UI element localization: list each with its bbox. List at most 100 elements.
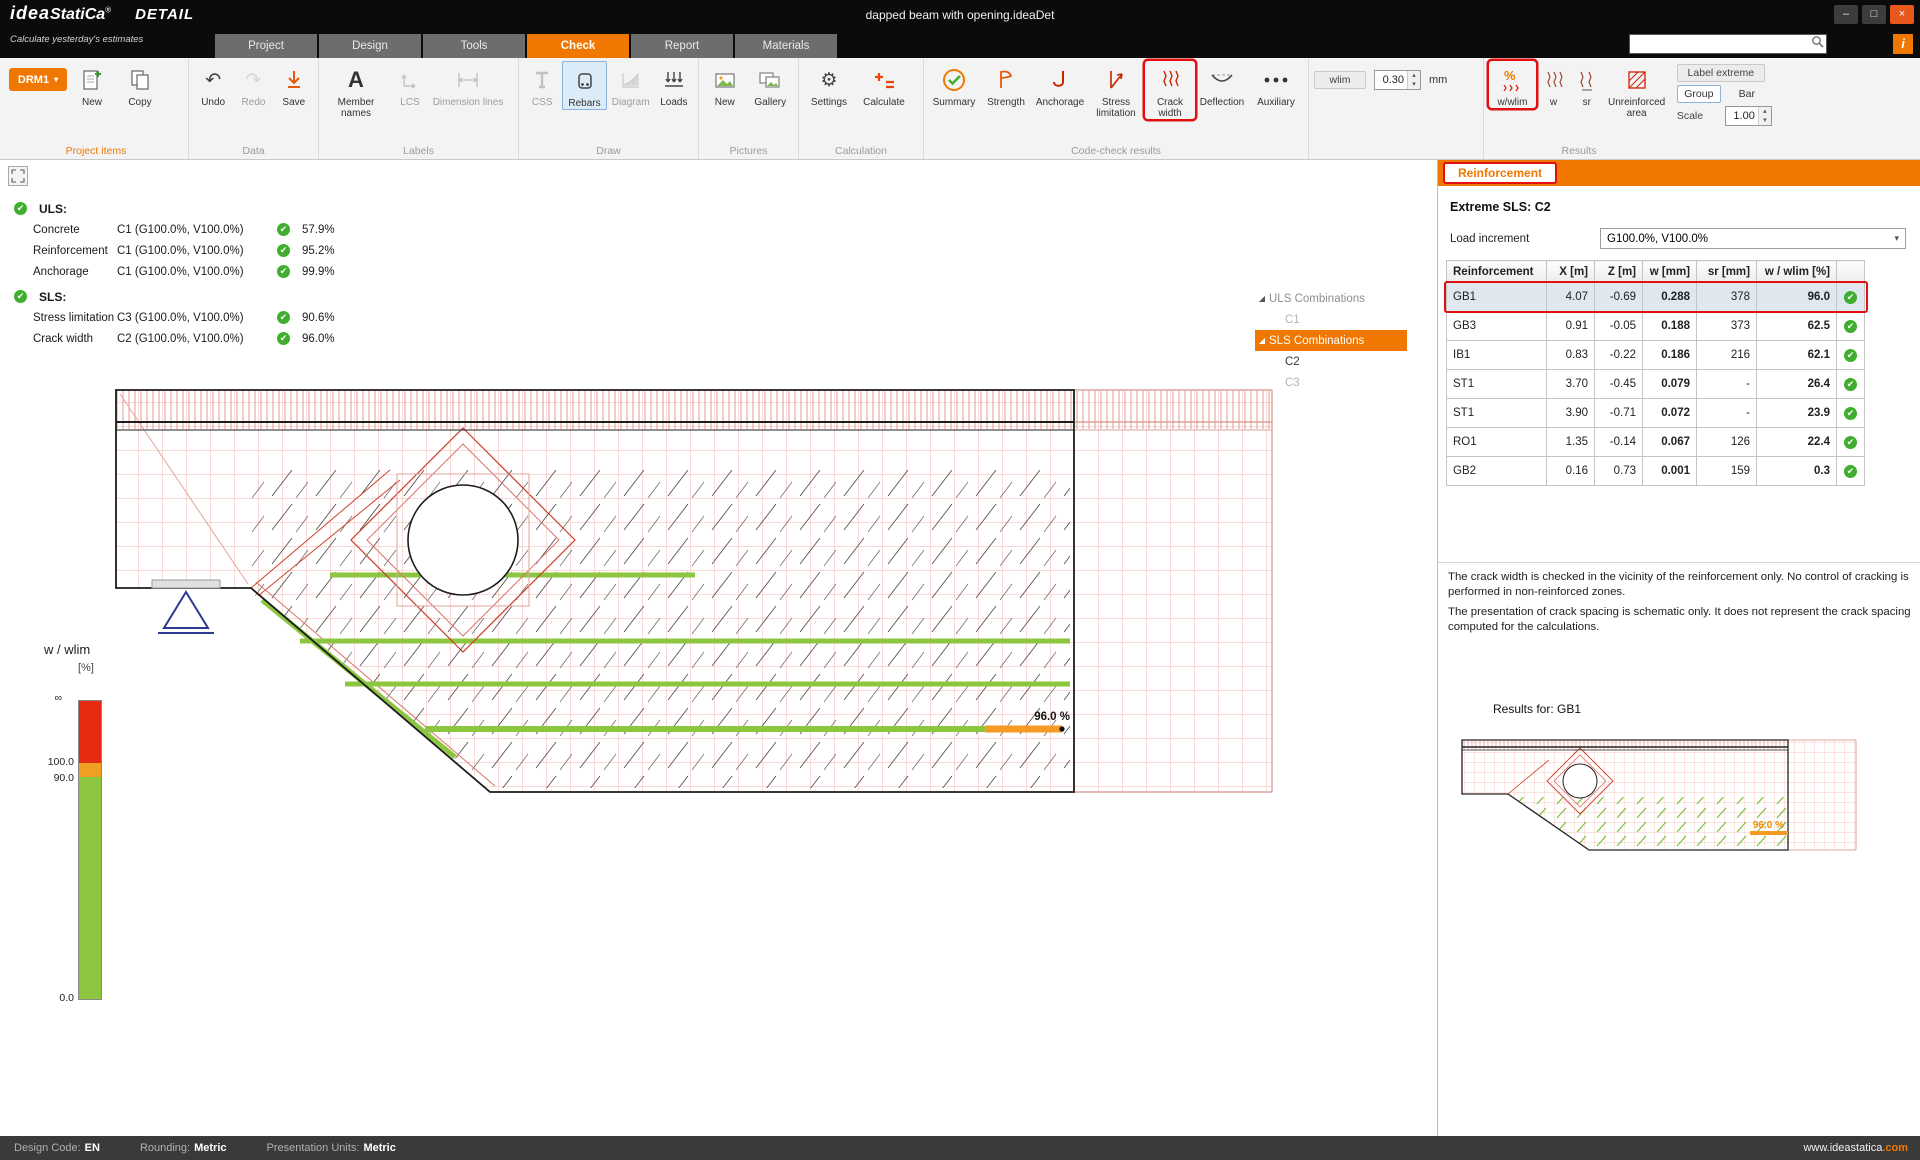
table-row-ib1[interactable]: IB10.83-0.220.18621662.1✔ [1447, 341, 1865, 370]
ribbon-group-results: % w/wlim w sr [1484, 58, 1799, 159]
dimension-lines-button[interactable]: Dimension lines [432, 61, 504, 108]
new-picture-button[interactable]: New [704, 61, 746, 108]
load-increment-dropdown[interactable]: G100.0%, V100.0% ▾ [1600, 228, 1906, 249]
w-wlim-button[interactable]: % w/wlim [1489, 61, 1536, 108]
deflection-button[interactable]: Deflection [1197, 61, 1247, 108]
unreinforced-area-icon [1626, 63, 1648, 97]
tree-item-uls-combinations[interactable]: ◢ULS Combinations [1255, 288, 1407, 309]
wlim-input[interactable]: 0.30 ▴▾ [1374, 70, 1421, 90]
col-header-ratio[interactable]: w / wlim [%] [1757, 261, 1837, 283]
diagram-button[interactable]: Diagram [609, 61, 653, 108]
spinner-up-icon[interactable]: ▴ [1408, 71, 1420, 80]
search-box [1629, 34, 1827, 54]
check-circle-icon: ✔ [1844, 378, 1857, 391]
lcs-button[interactable]: LCS [390, 61, 430, 108]
expand-viewport-button[interactable] [8, 166, 28, 186]
close-button[interactable]: × [1890, 5, 1914, 24]
tab-check[interactable]: Check [527, 34, 629, 58]
bar-toggle[interactable]: Bar [1725, 85, 1769, 103]
summary-row: ConcreteC1 (G100.0%, V100.0%)✔57.9% [14, 219, 335, 240]
new-project-item-button[interactable]: New [69, 61, 115, 108]
tab-design[interactable]: Design [319, 34, 421, 58]
search-icon[interactable] [1808, 35, 1826, 53]
css-button[interactable]: CSS [524, 61, 560, 108]
gallery-button[interactable]: Gallery [748, 61, 793, 108]
deflection-icon [1210, 63, 1234, 97]
drm1-dropdown-button[interactable]: DRM1▾ [9, 68, 67, 91]
stress-limitation-icon [1106, 63, 1126, 97]
anchorage-icon [1050, 63, 1070, 97]
expander-icon[interactable]: ◢ [1255, 294, 1269, 303]
w-wlim-percent-icon: % [1500, 63, 1524, 97]
spinner-down-icon[interactable]: ▾ [1759, 116, 1771, 125]
anchorage-button[interactable]: Anchorage [1033, 61, 1087, 108]
document-title: dapped beam with opening.ideaDet [0, 8, 1920, 22]
stress-limitation-button[interactable]: Stress limitation [1089, 61, 1143, 119]
col-header-reinforcement[interactable]: Reinforcement [1447, 261, 1547, 283]
table-row-gb1[interactable]: GB14.07-0.690.28837896.0✔ [1447, 283, 1865, 312]
loads-button[interactable]: Loads [655, 61, 693, 108]
unreinforced-area-button[interactable]: Unreinforced area [1604, 61, 1668, 119]
spinner-up-icon[interactable]: ▴ [1759, 107, 1771, 116]
check-circle-icon: ✔ [1844, 320, 1857, 333]
copy-icon [129, 63, 151, 97]
crack-width-button[interactable]: Crack width [1145, 61, 1195, 119]
table-row-ro1[interactable]: RO11.35-0.140.06712622.4✔ [1447, 428, 1865, 457]
maximize-button[interactable]: □ [1862, 5, 1886, 24]
redo-button[interactable]: ↷ Redo [234, 61, 272, 108]
w-button[interactable]: w [1538, 61, 1569, 108]
legend-tick-90: 90.0 [36, 772, 74, 784]
legend-title: w / wlim [44, 642, 90, 657]
tab-project[interactable]: Project [215, 34, 317, 58]
strength-button[interactable]: Strength [981, 61, 1031, 108]
strength-icon [995, 63, 1017, 97]
expand-arrows-icon [11, 169, 25, 183]
col-header-x[interactable]: X [m] [1547, 261, 1595, 283]
tab-materials[interactable]: Materials [735, 34, 837, 58]
calculate-button[interactable]: Calculate [856, 61, 912, 108]
table-row-st1-b[interactable]: ST13.90-0.710.072-23.9✔ [1447, 399, 1865, 428]
new-picture-icon [714, 63, 736, 97]
new-document-icon [81, 63, 103, 97]
undo-icon: ↶ [205, 63, 221, 97]
search-input[interactable] [1630, 36, 1808, 52]
table-row-gb3[interactable]: GB30.91-0.050.18837362.5✔ [1447, 312, 1865, 341]
crack-width-icon [1159, 63, 1181, 97]
settings-button[interactable]: ⚙ Settings [804, 61, 854, 108]
website-link[interactable]: www.ideastatica.com [1803, 1142, 1908, 1154]
tab-report[interactable]: Report [631, 34, 733, 58]
undo-button[interactable]: ↶ Undo [194, 61, 232, 108]
results-panel: Reinforcement Extreme SLS: C2 Load incre… [1437, 160, 1920, 1136]
member-names-button[interactable]: A Member names [324, 61, 388, 119]
check-circle-icon: ✔ [14, 290, 27, 303]
save-button[interactable]: Save [275, 61, 313, 108]
copy-project-item-button[interactable]: Copy [117, 61, 163, 108]
table-row-gb2[interactable]: GB20.160.730.0011590.3✔ [1447, 457, 1865, 486]
group-toggle[interactable]: Group [1677, 85, 1721, 103]
main-canvas[interactable]: ✔ULS: ConcreteC1 (G100.0%, V100.0%)✔57.9… [0, 160, 1437, 1136]
scale-input[interactable]: 1.00 ▴▾ [1725, 106, 1772, 126]
beam-drawing[interactable]: 96.0 % [90, 330, 1300, 830]
check-circle-icon: ✔ [1844, 349, 1857, 362]
wlim-chip[interactable]: wlim [1314, 71, 1366, 89]
tree-item-c1[interactable]: C1 [1255, 309, 1407, 330]
col-header-sr[interactable]: sr [mm] [1697, 261, 1757, 283]
info-button[interactable]: i [1893, 34, 1913, 54]
scale-label: Scale [1677, 110, 1721, 122]
wlim-unit: mm [1429, 74, 1447, 86]
legend-tick-infinity: ∞ [24, 692, 62, 704]
tab-tools[interactable]: Tools [423, 34, 525, 58]
table-row-st1-a[interactable]: ST13.70-0.450.079-26.4✔ [1447, 370, 1865, 399]
spinner-down-icon[interactable]: ▾ [1408, 80, 1420, 89]
chevron-down-icon: ▾ [1894, 233, 1899, 244]
gallery-icon [758, 63, 782, 97]
summary-button[interactable]: Summary [929, 61, 979, 108]
col-header-w[interactable]: w [mm] [1643, 261, 1697, 283]
panel-notes: The crack width is checked in the vicini… [1438, 570, 1920, 640]
auxiliary-button[interactable]: Auxiliary [1249, 61, 1303, 108]
minimize-button[interactable]: – [1834, 5, 1858, 24]
col-header-z[interactable]: Z [m] [1595, 261, 1643, 283]
sr-button[interactable]: sr [1571, 61, 1602, 108]
reinforcement-tab[interactable]: Reinforcement [1443, 162, 1557, 184]
rebars-button[interactable]: Rebars [562, 61, 606, 110]
